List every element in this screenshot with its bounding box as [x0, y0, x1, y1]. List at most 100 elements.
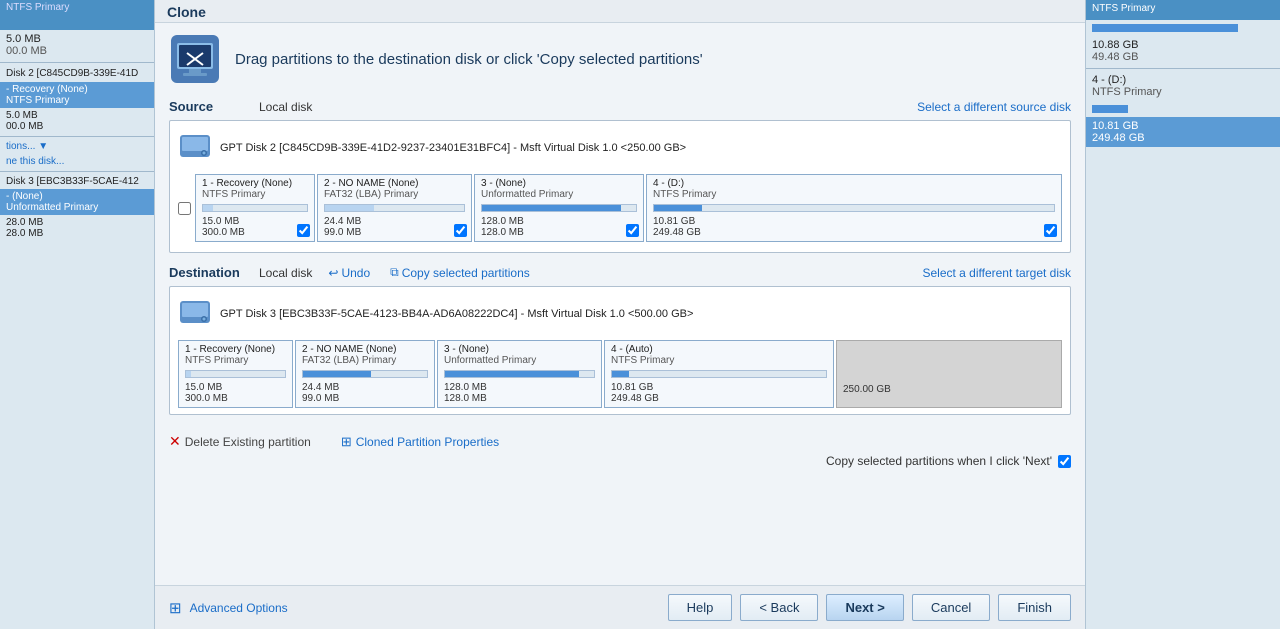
- dest-disk-icon-wrap: [178, 295, 212, 332]
- sidebar-options[interactable]: tions... ▼: [0, 139, 154, 154]
- dest-section-header: Destination Local disk ↩ Undo ⧉ Copy sel…: [169, 265, 1071, 280]
- src-p3-bar-fill: [482, 205, 621, 211]
- dest-disk-panel: GPT Disk 3 [EBC3B33F-5CAE-4123-BB4A-AD6A…: [169, 286, 1071, 415]
- right-item-3[interactable]: 10.81 GB 249.48 GB: [1086, 117, 1280, 147]
- left-sidebar: NTFS Primary 5.0 MB 00.0 MB Disk 2 [C845…: [0, 0, 155, 629]
- dst-p2-type: FAT32 (LBA) Primary: [302, 355, 428, 366]
- back-button[interactable]: < Back: [740, 594, 818, 621]
- src-p2-name: 2 - NO NAME (None): [324, 178, 465, 189]
- dest-disk-info-row: GPT Disk 3 [EBC3B33F-5CAE-4123-BB4A-AD6A…: [178, 295, 1062, 332]
- sidebar-top: NTFS Primary: [0, 0, 154, 30]
- dst-p2-name: 2 - NO NAME (None): [302, 344, 428, 355]
- dst-p2-sizes: 24.4 MB 99.0 MB: [302, 382, 428, 404]
- delete-partition-btn[interactable]: ✕ Delete Existing partition: [169, 433, 311, 450]
- right-ntfs-label: NTFS Primary: [1092, 3, 1274, 14]
- footer: ⊞ Advanced Options Help < Back Next > Ca…: [155, 585, 1085, 629]
- src-p1-bar: [202, 204, 308, 212]
- source-partition-3: 3 - (None) Unformatted Primary 128.0 MB …: [474, 174, 644, 242]
- right-top: NTFS Primary: [1086, 0, 1280, 20]
- copy-when-row: Copy selected partitions when I click 'N…: [169, 454, 1071, 468]
- advanced-options-icon: ⊞: [169, 599, 182, 617]
- sidebar-none-item[interactable]: - (None) Unformatted Primary: [0, 189, 154, 215]
- src-p1-name: 1 - Recovery (None): [202, 178, 308, 189]
- right-bar-1: [1086, 20, 1280, 36]
- free-size: 250.00 GB: [843, 384, 1055, 395]
- cancel-button[interactable]: Cancel: [912, 594, 990, 621]
- dest-partitions-row: 1 - Recovery (None) NTFS Primary 15.0 MB…: [178, 340, 1062, 408]
- src-p2-checkbox[interactable]: [454, 224, 467, 237]
- source-hd-icon: [178, 129, 212, 163]
- sidebar-disk2[interactable]: Disk 2 [C845CD9B-339E-41D: [0, 65, 154, 82]
- dst-p3-sizes: 128.0 MB 128.0 MB: [444, 382, 595, 404]
- advanced-options-link[interactable]: Advanced Options: [190, 601, 288, 615]
- dest-disk-detail: GPT Disk 3 [EBC3B33F-5CAE-4123-BB4A-AD6A…: [220, 308, 693, 320]
- src-p4-sizes: 10.81 GB 249.48 GB: [653, 216, 1055, 238]
- src-p4-checkbox[interactable]: [1044, 224, 1057, 237]
- dst-p4-sizes: 10.81 GB 249.48 GB: [611, 382, 827, 404]
- src-p4-bar-fill: [654, 205, 702, 211]
- dest-partition-4[interactable]: 4 - (Auto) NTFS Primary 10.81 GB 249.48 …: [604, 340, 834, 408]
- dst-p3-type: Unformatted Primary: [444, 355, 595, 366]
- src-p2-type: FAT32 (LBA) Primary: [324, 189, 465, 200]
- source-sub: Local disk: [259, 100, 312, 114]
- select-source-link[interactable]: Select a different source disk: [917, 100, 1071, 114]
- dst-p4-bar: [611, 370, 827, 378]
- dst-p1-name: 1 - Recovery (None): [185, 344, 286, 355]
- right-bar-2: [1086, 101, 1280, 117]
- right-item-2[interactable]: 4 - (D:) NTFS Primary: [1086, 71, 1280, 101]
- src-p3-checkbox[interactable]: [626, 224, 639, 237]
- source-select-all-checkbox[interactable]: [178, 202, 191, 215]
- source-partitions-row: 1 - Recovery (None) NTFS Primary 15.0 MB…: [195, 174, 1062, 242]
- dst-p3-bar: [444, 370, 595, 378]
- copy-partitions-button[interactable]: ⧉ Copy selected partitions: [390, 265, 530, 280]
- finish-button[interactable]: Finish: [998, 594, 1071, 621]
- dest-free-space: 250.00 GB: [836, 340, 1062, 408]
- source-disk-detail: GPT Disk 2 [C845CD9B-339E-41D2-9237-2340…: [220, 142, 686, 154]
- dst-p4-bar-fill: [612, 371, 629, 377]
- dest-partition-3[interactable]: 3 - (None) Unformatted Primary 128.0 MB …: [437, 340, 602, 408]
- select-target-link[interactable]: Select a different target disk: [922, 266, 1071, 280]
- source-label: Source: [169, 99, 249, 114]
- help-button[interactable]: Help: [668, 594, 733, 621]
- src-p3-bar: [481, 204, 637, 212]
- dest-partition-2[interactable]: 2 - NO NAME (None) FAT32 (LBA) Primary 2…: [295, 340, 435, 408]
- source-partition-1: 1 - Recovery (None) NTFS Primary 15.0 MB…: [195, 174, 315, 242]
- source-partition-4: 4 - (D:) NTFS Primary 10.81 GB 249.48 GB: [646, 174, 1062, 242]
- dest-label: Destination: [169, 265, 249, 280]
- source-disk-icon-wrap: [178, 129, 212, 166]
- cloned-props-link[interactable]: ⊞ Cloned Partition Properties: [341, 434, 499, 450]
- source-disk-info-row: GPT Disk 2 [C845CD9B-339E-41D2-9237-2340…: [178, 129, 1062, 166]
- src-p3-sizes: 128.0 MB 128.0 MB: [481, 216, 637, 238]
- bottom-options: ✕ Delete Existing partition ⊞ Cloned Par…: [169, 427, 1071, 454]
- next-button[interactable]: Next >: [826, 594, 903, 621]
- undo-button[interactable]: ↩ Undo: [328, 266, 370, 280]
- copy-icon: ⧉: [390, 265, 399, 280]
- dest-action-row: ↩ Undo ⧉ Copy selected partitions: [328, 265, 529, 280]
- src-p2-sizes: 24.4 MB 99.0 MB: [324, 216, 465, 238]
- src-p2-bar-fill: [325, 205, 374, 211]
- instruction-text: Drag partitions to the destination disk …: [235, 51, 703, 68]
- src-p1-sizes: 15.0 MB 300.0 MB: [202, 216, 308, 238]
- src-p1-type: NTFS Primary: [202, 189, 308, 200]
- src-p4-type: NTFS Primary: [653, 189, 1055, 200]
- dest-partition-1[interactable]: 1 - Recovery (None) NTFS Primary 15.0 MB…: [178, 340, 293, 408]
- dst-p1-type: NTFS Primary: [185, 355, 286, 366]
- right-item-1[interactable]: 10.88 GB 49.48 GB: [1086, 36, 1280, 66]
- source-section-header: Source Local disk Select a different sou…: [169, 99, 1071, 114]
- sidebar-item-1[interactable]: 5.0 MB 00.0 MB: [0, 30, 154, 60]
- sidebar-clone-disk[interactable]: ne this disk...: [0, 154, 154, 169]
- sidebar-sizes-1: 5.0 MB 00.0 MB: [0, 108, 154, 134]
- clone-icon: [169, 33, 221, 85]
- dst-p1-bar: [185, 370, 286, 378]
- src-p1-bar-fill: [203, 205, 213, 211]
- sidebar-recovery[interactable]: - Recovery (None) NTFS Primary: [0, 82, 154, 108]
- copy-when-checkbox[interactable]: [1058, 455, 1071, 468]
- content-area: Drag partitions to the destination disk …: [155, 23, 1085, 585]
- src-p4-bar: [653, 204, 1055, 212]
- dst-p2-bar: [302, 370, 428, 378]
- src-p1-checkbox[interactable]: [297, 224, 310, 237]
- sidebar-ntfs-label: NTFS Primary: [6, 2, 148, 13]
- undo-icon: ↩: [328, 266, 338, 280]
- sidebar-sizes-2: 28.0 MB 28.0 MB: [0, 215, 154, 241]
- dst-p3-bar-fill: [445, 371, 579, 377]
